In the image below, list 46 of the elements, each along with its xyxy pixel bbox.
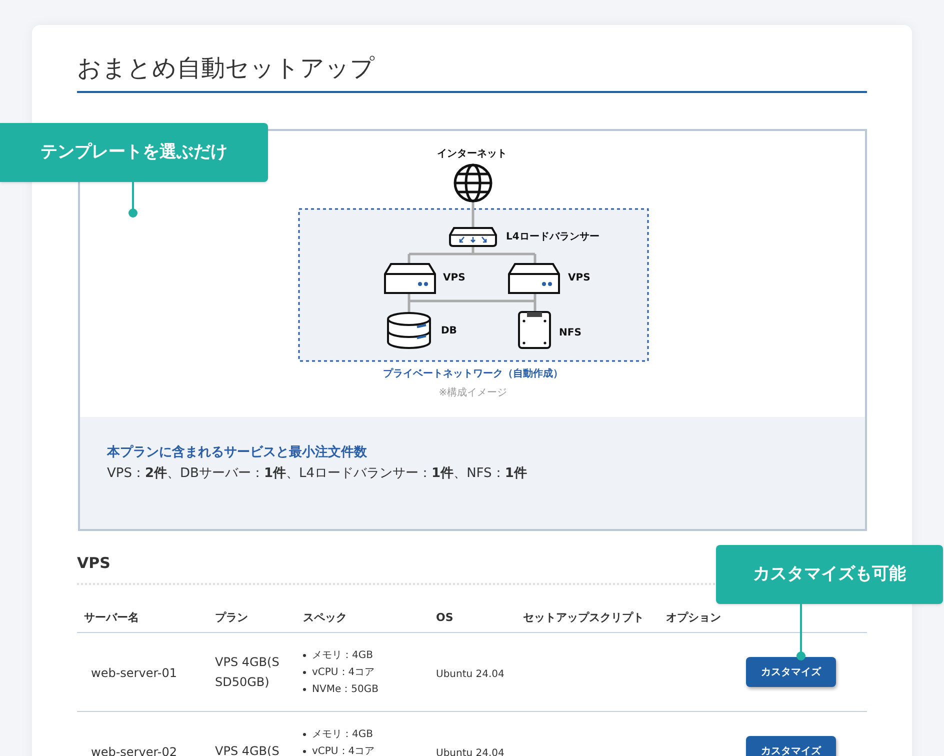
table-cell-text: メモリ：4GB: [312, 728, 373, 742]
bullet-icon: [303, 671, 306, 674]
leader-line: [128, 182, 138, 218]
summary-heading: 本プランに含まれるサービスと最小注文件数: [107, 444, 368, 462]
table-cell: Ubuntu 24.04: [436, 748, 504, 756]
table-cell: web-server-01: [91, 666, 177, 680]
vps-label: VPS: [568, 272, 590, 284]
table-cell: Ubuntu 24.04: [436, 669, 504, 680]
network-label: プライベートネットワーク（自動作成）: [382, 368, 562, 380]
section-title: VPS: [77, 553, 110, 573]
leader-line: [796, 604, 806, 661]
server-icon: [508, 263, 560, 294]
table-cell-text: vCPU：4コア: [312, 745, 375, 756]
connection-line: [471, 201, 474, 228]
callout-label: テンプレートを選ぶだけ: [0, 123, 268, 182]
summary-text: VPS：2件、DBサーバー：1件、L4ロードバランサー：1件、NFS：1件: [107, 465, 528, 483]
table-cell-text: VPS 4GB(SSD50GB): [215, 654, 280, 691]
customize-button[interactable]: カスタマイズ: [746, 736, 836, 756]
bullet-icon: [303, 688, 306, 691]
column-header: オプション: [666, 610, 721, 624]
server-icon: [384, 263, 436, 294]
diagram-caption: ※構成イメージ: [438, 388, 507, 399]
table-cell-text: NVMe：50GB: [312, 683, 378, 697]
table-cell-text: vCPU：4コア: [312, 666, 375, 680]
column-header: OS: [436, 610, 454, 624]
database-icon: [386, 312, 430, 349]
globe-icon: [453, 164, 492, 202]
bullet-icon: [303, 733, 306, 736]
db-label: DB: [440, 326, 456, 337]
internet-label: インターネット: [436, 148, 506, 160]
table-cell-text: メモリ：4GB: [312, 649, 373, 663]
vps-label: VPS: [442, 272, 465, 284]
table-cell: web-server-02: [91, 745, 177, 756]
bullet-icon: [303, 654, 306, 657]
column-header: スペック: [303, 610, 347, 624]
callout-label: カスタマイズも可能: [716, 545, 943, 604]
column-header: サーバー名: [84, 610, 139, 624]
bullet-icon: [303, 750, 306, 753]
column-header: セットアップスクリプト: [523, 610, 644, 624]
load-balancer-label: L4ロードバランサー: [506, 232, 599, 243]
page-title: おまとめ自動セットアップ: [77, 51, 867, 93]
customize-button[interactable]: カスタマイズ: [746, 657, 836, 687]
storage-icon: [518, 311, 550, 349]
load-balancer-icon: [448, 227, 496, 247]
column-header: プラン: [215, 610, 248, 624]
nfs-label: NFS: [558, 328, 581, 339]
